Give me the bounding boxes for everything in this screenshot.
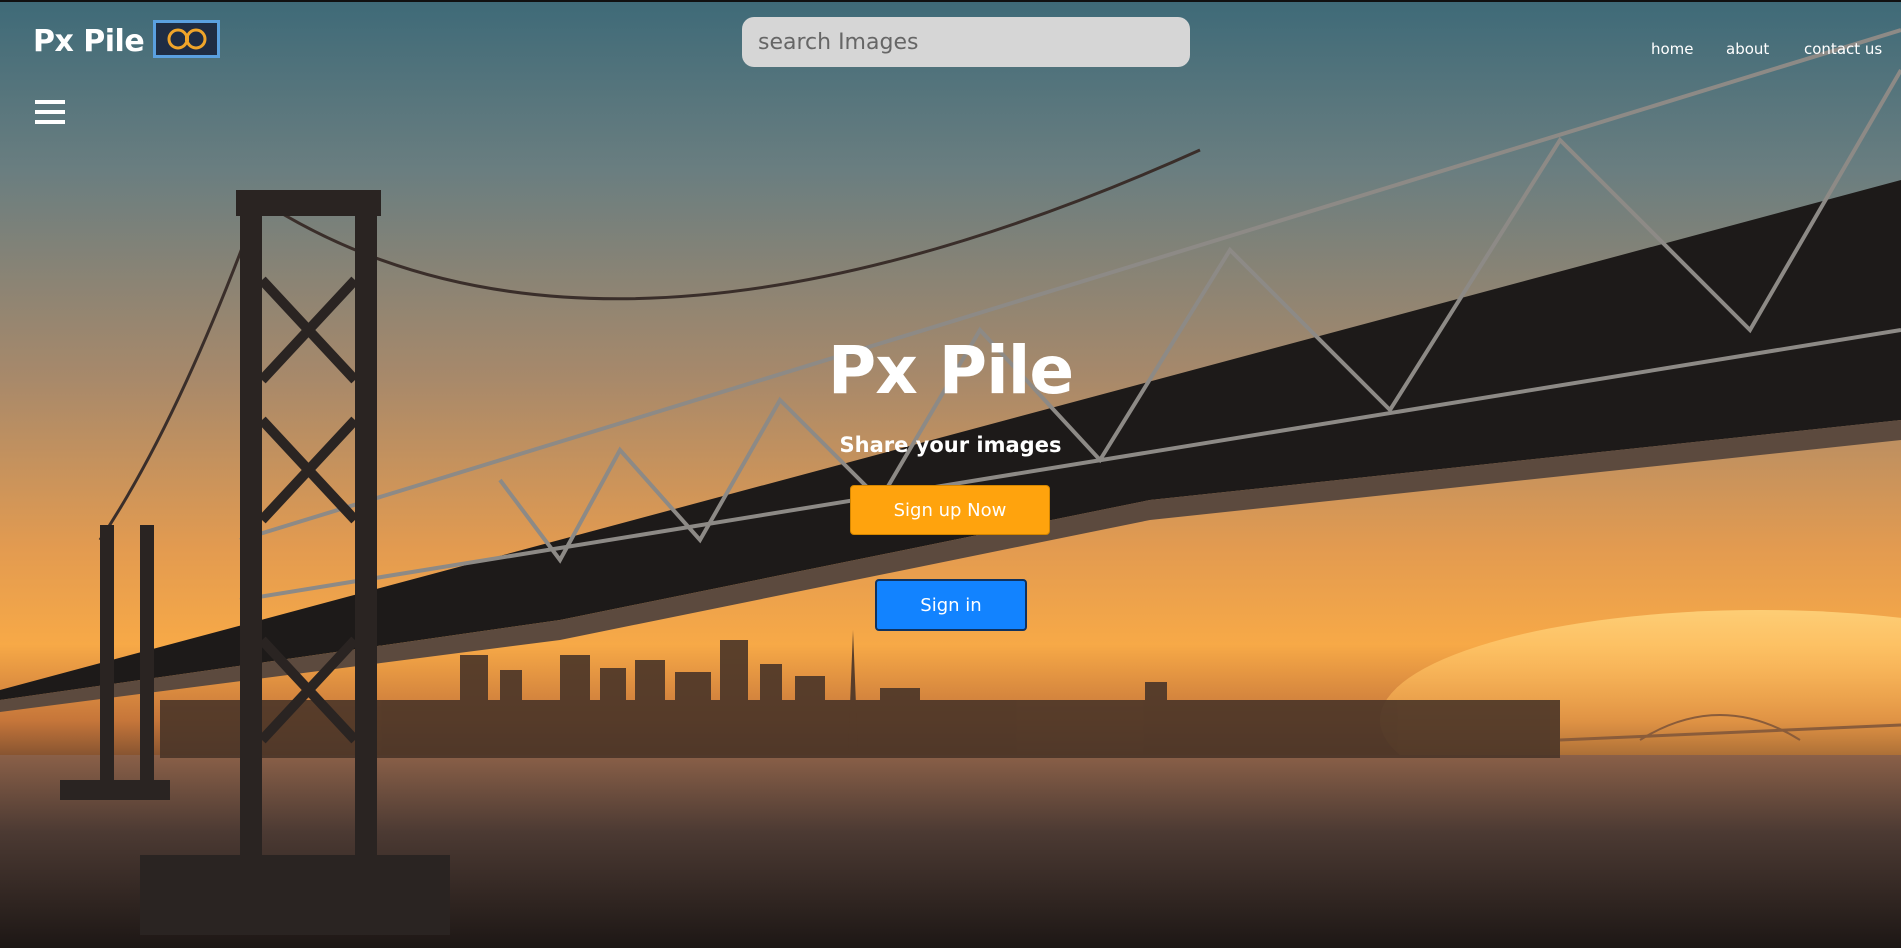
nav-about[interactable]: about: [1726, 40, 1769, 58]
binoculars-icon[interactable]: [153, 20, 220, 58]
hero-subtitle: Share your images: [839, 433, 1062, 457]
hamburger-menu-icon[interactable]: [35, 100, 65, 126]
sign-in-button[interactable]: Sign in: [875, 579, 1027, 631]
hero-title: Px Pile: [827, 332, 1074, 409]
sign-up-button[interactable]: Sign up Now: [850, 485, 1050, 535]
top-border: [0, 0, 1901, 2]
nav-home[interactable]: home: [1651, 40, 1694, 58]
hero-background: [0, 0, 1901, 948]
brand-logo-text[interactable]: Px Pile: [33, 24, 145, 59]
bridge-sunset-illustration: [0, 28, 1901, 948]
search-input[interactable]: [742, 17, 1190, 67]
nav-contact-us[interactable]: contact us: [1804, 40, 1882, 58]
